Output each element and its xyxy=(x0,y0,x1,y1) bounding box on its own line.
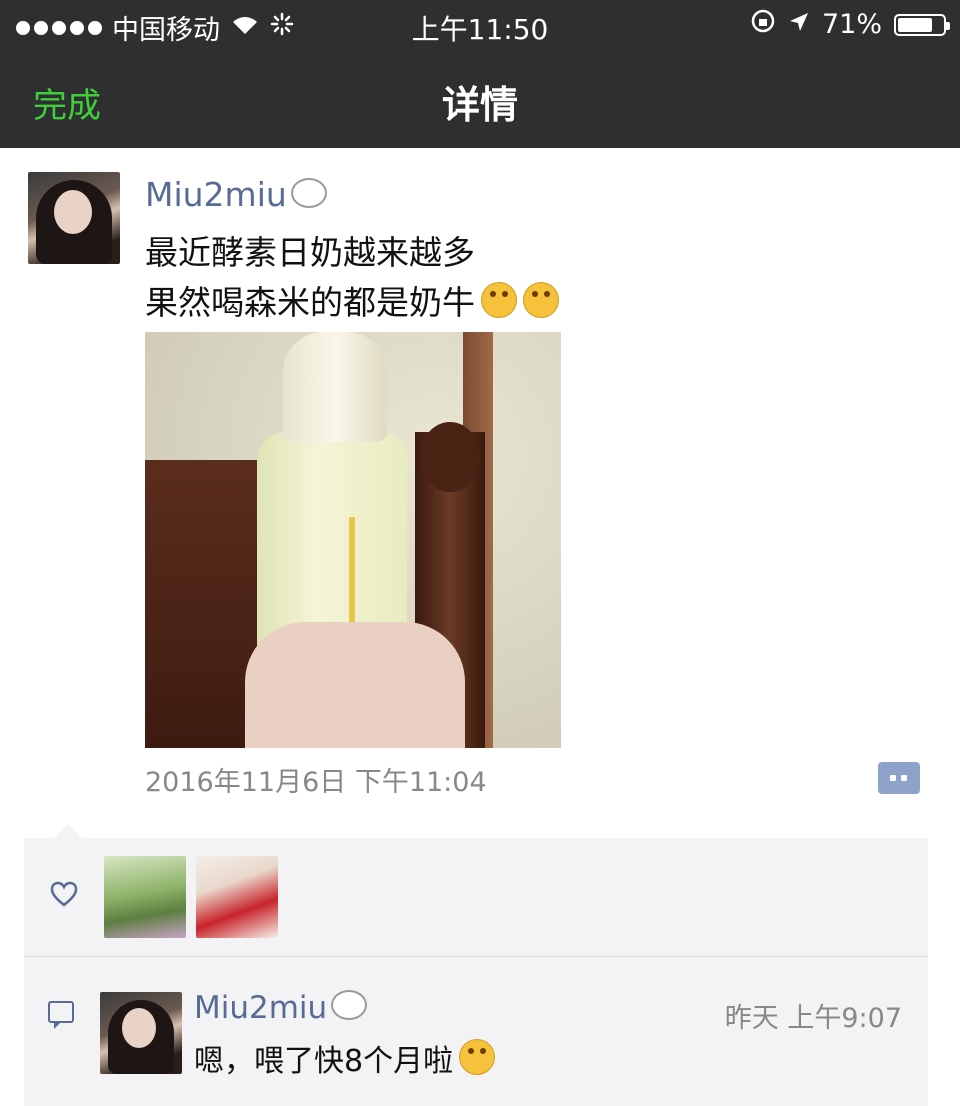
divider xyxy=(24,956,928,957)
grin-emoji-icon xyxy=(481,282,517,318)
comment-time: 昨天 上午9:07 xyxy=(724,1003,902,1034)
more-actions-button[interactable] xyxy=(878,762,920,794)
comment-text-label: 嗯，喂了快8个月啦 xyxy=(194,1044,454,1079)
post-text-line2: 果然喝森米的都是奶牛 xyxy=(145,278,559,328)
status-right: 71% xyxy=(750,8,950,41)
post-photo[interactable] xyxy=(145,332,561,748)
author-name-text[interactable]: Miu2miu xyxy=(145,175,287,214)
like-avatar[interactable] xyxy=(104,856,186,938)
comment-author[interactable]: Miu2miu xyxy=(194,990,368,1026)
comment-text: 嗯，喂了快8个月啦 xyxy=(194,1036,496,1080)
grin-emoji-icon xyxy=(459,1039,496,1075)
heart-icon xyxy=(50,880,78,915)
top-bar: 中国移动 上午11:50 71% 完成 详情 xyxy=(0,0,960,148)
thought-bubble-icon xyxy=(331,990,368,1020)
grin-emoji-icon xyxy=(523,282,559,318)
location-icon xyxy=(788,9,810,40)
post-text-line2-label: 果然喝森米的都是奶牛 xyxy=(145,283,475,322)
comment-avatar[interactable] xyxy=(100,992,182,1074)
post-timestamp: 2016年11月6日 下午11:04 xyxy=(145,767,487,798)
comment-icon xyxy=(48,1001,74,1029)
post-text: 最近酵素日奶越来越多 果然喝森米的都是奶牛 xyxy=(145,228,559,328)
comment-author-text[interactable]: Miu2miu xyxy=(194,990,327,1026)
page-title: 详情 xyxy=(441,83,518,127)
like-avatar[interactable] xyxy=(196,856,278,938)
battery-icon xyxy=(894,13,950,36)
thought-bubble-icon xyxy=(290,178,327,208)
author-avatar[interactable] xyxy=(28,172,120,264)
battery-percent: 71% xyxy=(821,9,882,40)
post-text-line: 最近酵素日奶越来越多 xyxy=(145,233,475,272)
status-bar: 中国移动 上午11:50 71% xyxy=(0,0,960,50)
rotation-lock-icon xyxy=(750,8,776,41)
author-name[interactable]: Miu2miu xyxy=(145,175,327,214)
